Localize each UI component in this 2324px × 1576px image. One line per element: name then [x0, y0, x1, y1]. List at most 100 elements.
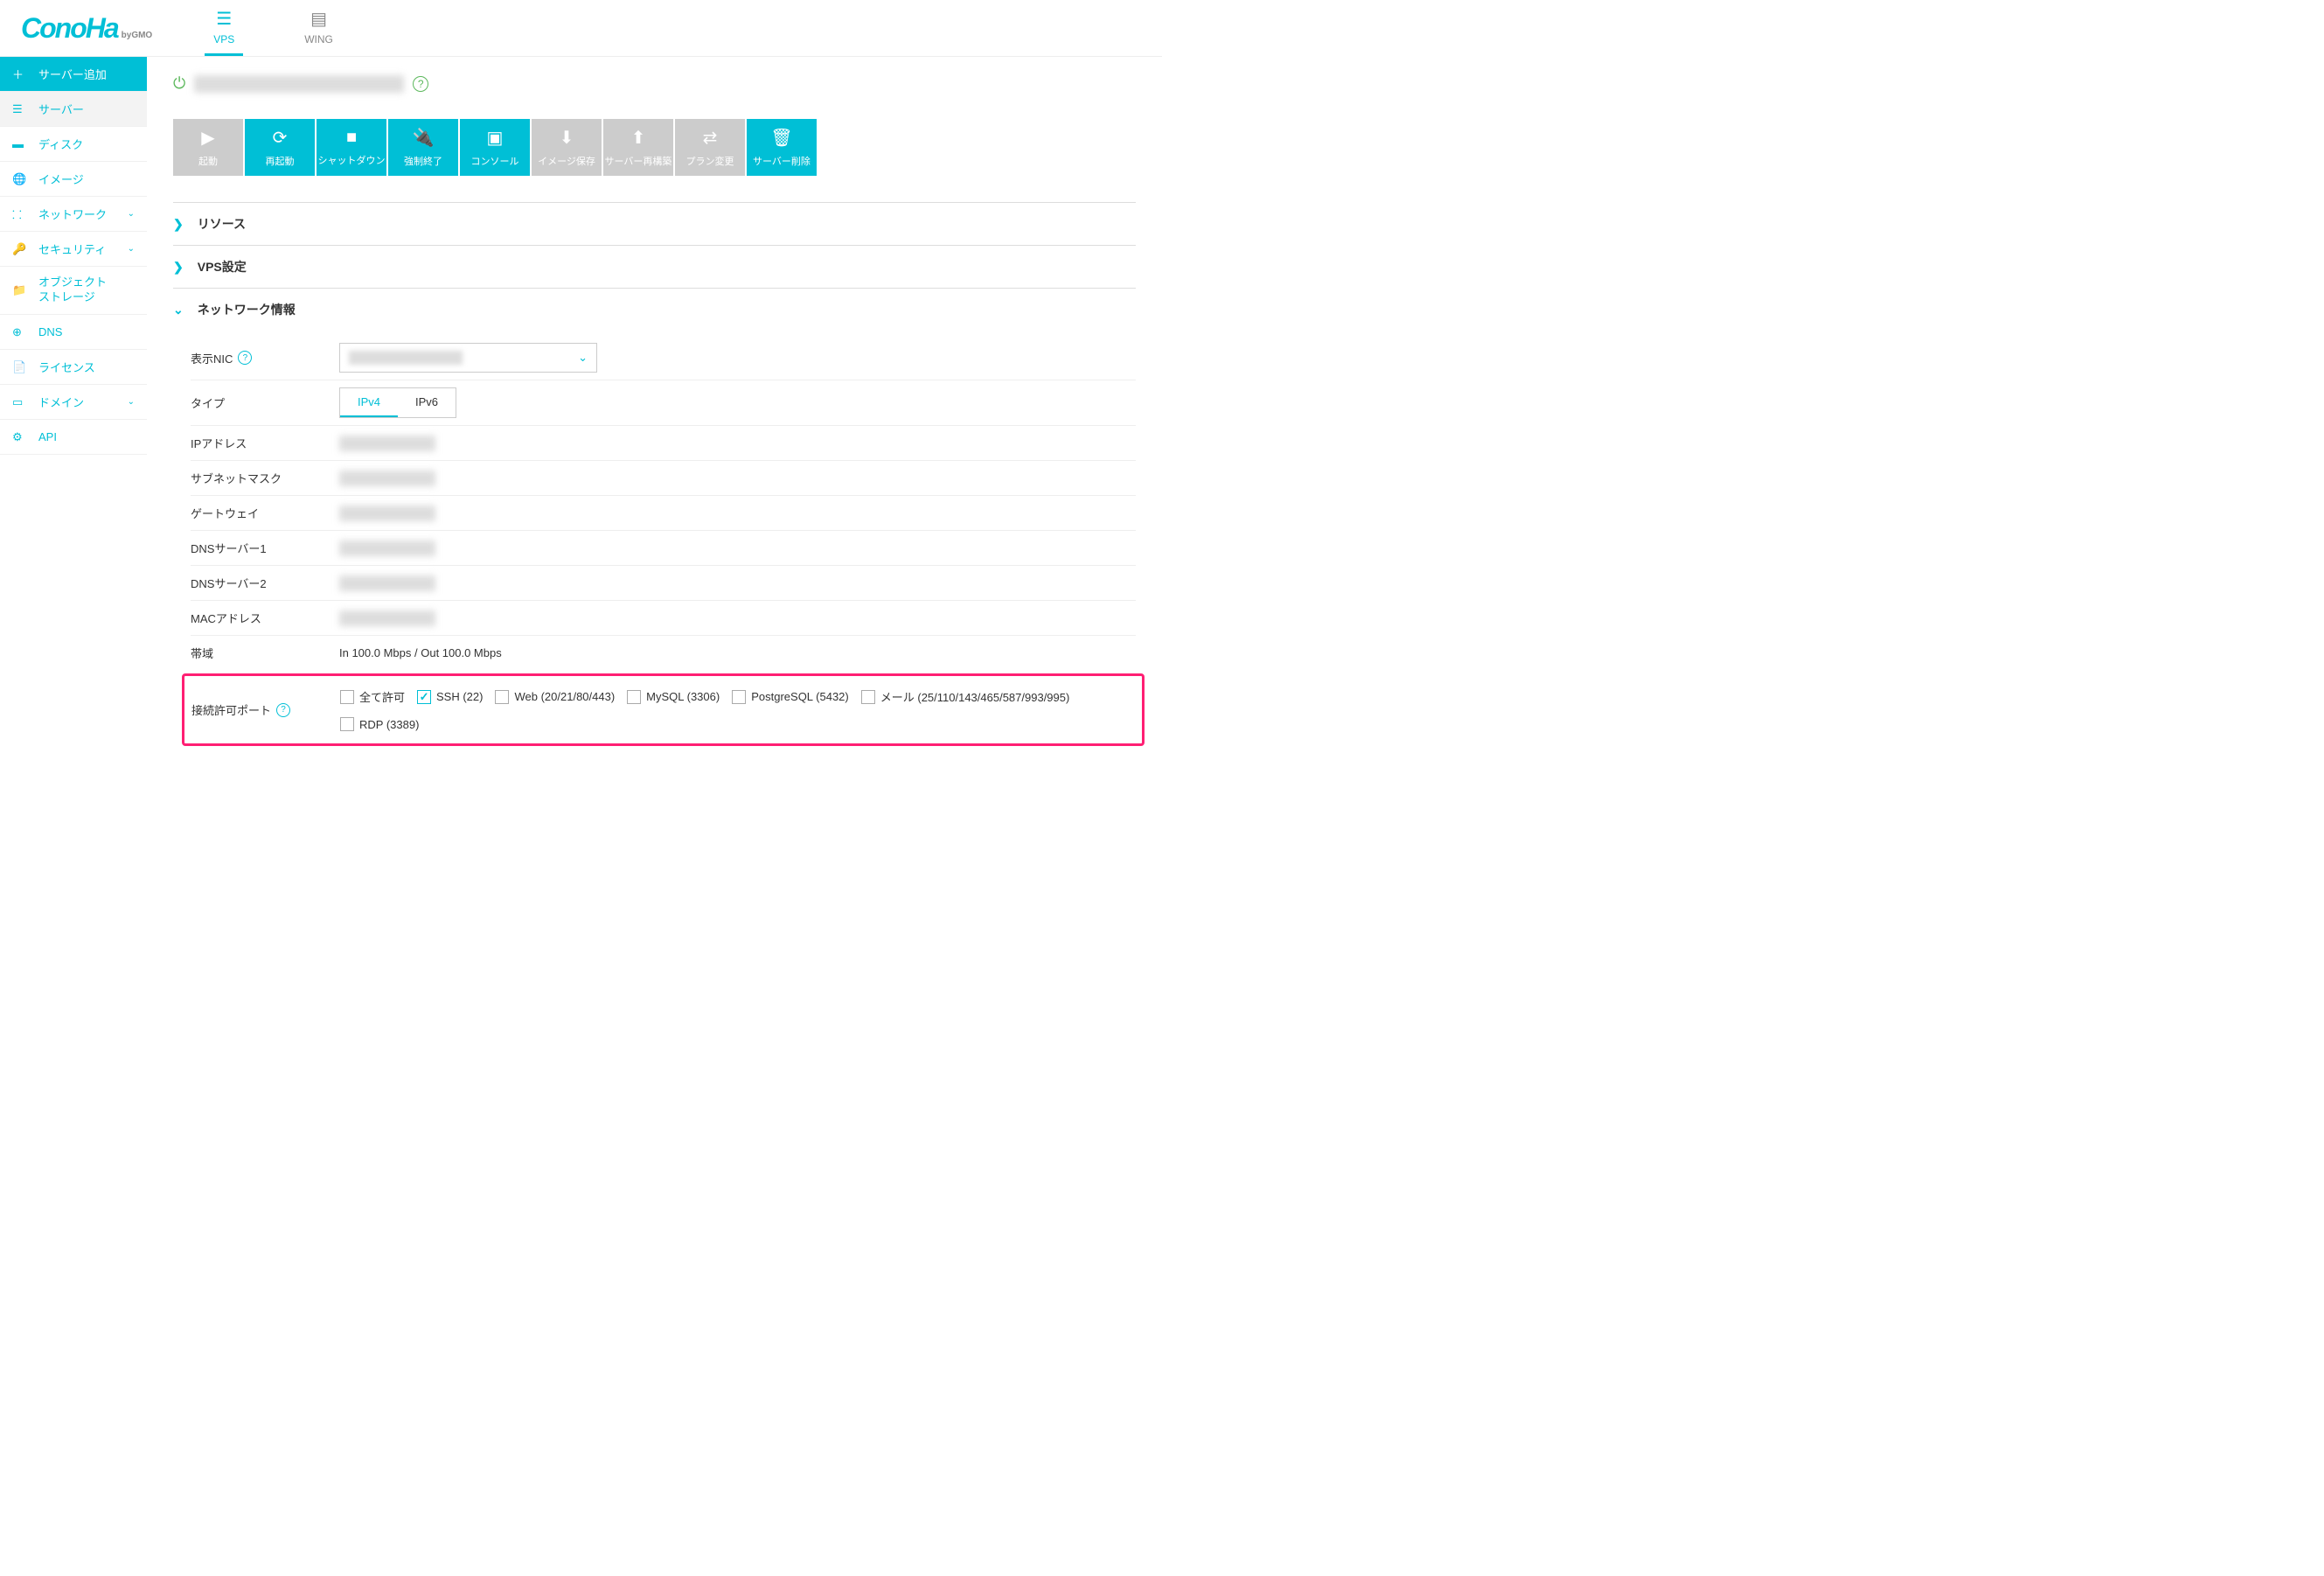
server-title-row: ⏻ ? [173, 74, 1136, 93]
port-checkbox-0[interactable]: 全て許可 [340, 688, 405, 705]
folder-icon: 📁 [12, 283, 30, 298]
sidebar: ＋ サーバー追加 ☰サーバー ▬ディスク 🌐イメージ ⸬ ネットワーク ⌄ 🔑セキュリ… [0, 57, 147, 793]
section-vps-settings: ❯ VPS設定 [173, 245, 1136, 288]
port-checkbox-4[interactable]: PostgreSQL (5432) [732, 690, 849, 704]
power-status-icon: ⏻ [173, 74, 185, 93]
plus-icon: ＋ [12, 66, 30, 82]
allowed-ports-highlight: 接続許可ポート? 全て許可 SSH (22) Web (20/21/80/443) M… [182, 673, 1145, 746]
server-name-redacted [194, 75, 404, 93]
servers-icon: ☰ [216, 8, 232, 30]
sidebar-item-server[interactable]: ☰サーバー [0, 92, 147, 127]
sidebar-item-license[interactable]: 📄ライセンス [0, 350, 147, 385]
nic-value-redacted [349, 351, 463, 365]
section-title: VPS設定 [198, 258, 247, 275]
main-content: ⏻ ? ▶起動 ⟳再起動 ■シャットダウン 🔌強制終了 ▣コンソール ⬇イメージ… [147, 57, 1162, 793]
field-dns1: DNSサーバー1 [191, 530, 1136, 565]
section-header-resource[interactable]: ❯リソース [173, 215, 1136, 233]
chevron-right-icon: ❯ [173, 260, 184, 275]
api-icon: ⚙ [12, 430, 30, 444]
sidebar-item-add-server[interactable]: ＋ サーバー追加 [0, 57, 147, 92]
swap-icon: ⇄ [703, 127, 718, 149]
ip-type-tabs: IPv4 IPv6 [339, 387, 456, 418]
field-nic: 表示NIC? ⌄ [191, 336, 1136, 380]
port-checkbox-group: 全て許可 SSH (22) Web (20/21/80/443) MySQL (330… [340, 681, 1135, 738]
service-tab-vps[interactable]: ☰ VPS [205, 0, 243, 56]
action-delete-server[interactable]: 🗑サーバー削除 [747, 119, 817, 176]
download-icon: ⬇ [560, 127, 574, 149]
action-console[interactable]: ▣コンソール [460, 119, 530, 176]
checkbox-box [495, 690, 509, 704]
section-header-vps[interactable]: ❯ VPS設定 [173, 258, 1136, 275]
sidebar-item-image[interactable]: 🌐イメージ [0, 162, 147, 197]
section-title: リソース [198, 215, 246, 233]
action-bar: ▶起動 ⟳再起動 ■シャットダウン 🔌強制終了 ▣コンソール ⬇イメージ保存 ⬆… [173, 119, 1136, 176]
service-tab-wing[interactable]: ▤ WING [296, 0, 342, 56]
network-icon: ⸬ [12, 206, 30, 222]
sidebar-item-disk[interactable]: ▬ディスク [0, 127, 147, 162]
port-checkbox-3[interactable]: MySQL (3306) [627, 690, 720, 704]
port-checkbox-5[interactable]: メール (25/110/143/465/587/993/995) [861, 688, 1070, 705]
dns2-value-redacted [339, 575, 435, 591]
action-force-stop[interactable]: 🔌強制終了 [388, 119, 458, 176]
chevron-down-icon: ⌄ [578, 351, 588, 365]
subnet-value-redacted [339, 471, 435, 486]
ip-tab-ipv6[interactable]: IPv6 [398, 388, 456, 417]
port-checkbox-label: SSH (22) [436, 690, 483, 703]
service-tab-label: VPS [213, 33, 234, 45]
checkbox-box [417, 690, 431, 704]
field-label: タイプ [191, 394, 339, 411]
stop-icon: ■ [346, 128, 357, 148]
domain-icon: ▭ [12, 395, 30, 409]
service-tabs: ☰ VPS ▤ WING [205, 0, 342, 56]
sidebar-item-network[interactable]: ⸬ ネットワーク ⌄ [0, 197, 147, 232]
checkbox-box [627, 690, 641, 704]
port-checkbox-2[interactable]: Web (20/21/80/443) [495, 690, 615, 704]
sidebar-item-security[interactable]: 🔑セキュリティ⌄ [0, 232, 147, 267]
sidebar-item-label: オブジェクト [38, 275, 107, 290]
bandwidth-value: In 100.0 Mbps / Out 100.0 Mbps [339, 646, 502, 659]
sidebar-item-label: ディスク [38, 136, 83, 152]
field-label: MACアドレス [191, 610, 339, 626]
action-shutdown[interactable]: ■シャットダウン [317, 119, 386, 176]
port-checkbox-1[interactable]: SSH (22) [417, 690, 483, 704]
field-label: ゲートウェイ [191, 505, 339, 521]
field-ports: 接続許可ポート? 全て許可 SSH (22) Web (20/21/80/443) M… [191, 681, 1135, 738]
sidebar-item-label: DNS [38, 325, 62, 338]
field-label: 接続許可ポート [191, 701, 271, 718]
chevron-down-icon: ⌄ [173, 303, 184, 317]
sidebar-item-label: サーバー追加 [38, 66, 107, 82]
action-label: 起動 [198, 154, 218, 168]
port-checkbox-label: 全て許可 [359, 688, 405, 705]
field-label: サブネットマスク [191, 470, 339, 486]
action-save-image: ⬇ イメージ保存 [532, 119, 602, 176]
help-icon[interactable]: ? [238, 351, 252, 365]
nic-select[interactable]: ⌄ [339, 343, 597, 373]
section-header-network[interactable]: ⌄ネットワーク情報 [173, 301, 1136, 318]
action-change-plan: ⇄プラン変更 [675, 119, 745, 176]
terminal-icon: ▣ [487, 127, 504, 149]
action-reboot[interactable]: ⟳再起動 [245, 119, 315, 176]
field-label: DNSサーバー1 [191, 540, 339, 556]
sidebar-item-object-storage[interactable]: 📁オブジェクトストレージ [0, 267, 147, 315]
upload-icon: ⬆ [631, 127, 646, 149]
field-subnet: サブネットマスク [191, 460, 1136, 495]
logo: ConoHabyGMO [21, 12, 152, 45]
action-label: イメージ保存 [538, 154, 595, 168]
ip-tab-ipv4[interactable]: IPv4 [340, 388, 398, 417]
port-checkbox-6[interactable]: RDP (3389) [340, 717, 419, 731]
checkbox-box [732, 690, 746, 704]
sidebar-item-label: ライセンス [38, 359, 95, 375]
sidebar-item-label: ネットワーク [38, 206, 107, 222]
sidebar-item-api[interactable]: ⚙API [0, 420, 147, 455]
sidebar-item-dns[interactable]: ⊕DNS [0, 315, 147, 350]
port-checkbox-label: MySQL (3306) [646, 690, 720, 703]
help-icon[interactable]: ? [276, 703, 290, 717]
help-icon[interactable]: ? [413, 76, 428, 92]
plug-icon: 🔌 [413, 127, 435, 149]
chevron-down-icon: ⌄ [128, 209, 135, 219]
header: ConoHabyGMO ☰ VPS ▤ WING [0, 0, 1162, 57]
field-ip: IPアドレス [191, 425, 1136, 460]
sidebar-item-domain[interactable]: ▭ドメイン⌄ [0, 385, 147, 420]
service-tab-label: WING [304, 33, 333, 45]
sidebar-item-label: イメージ [38, 171, 84, 187]
